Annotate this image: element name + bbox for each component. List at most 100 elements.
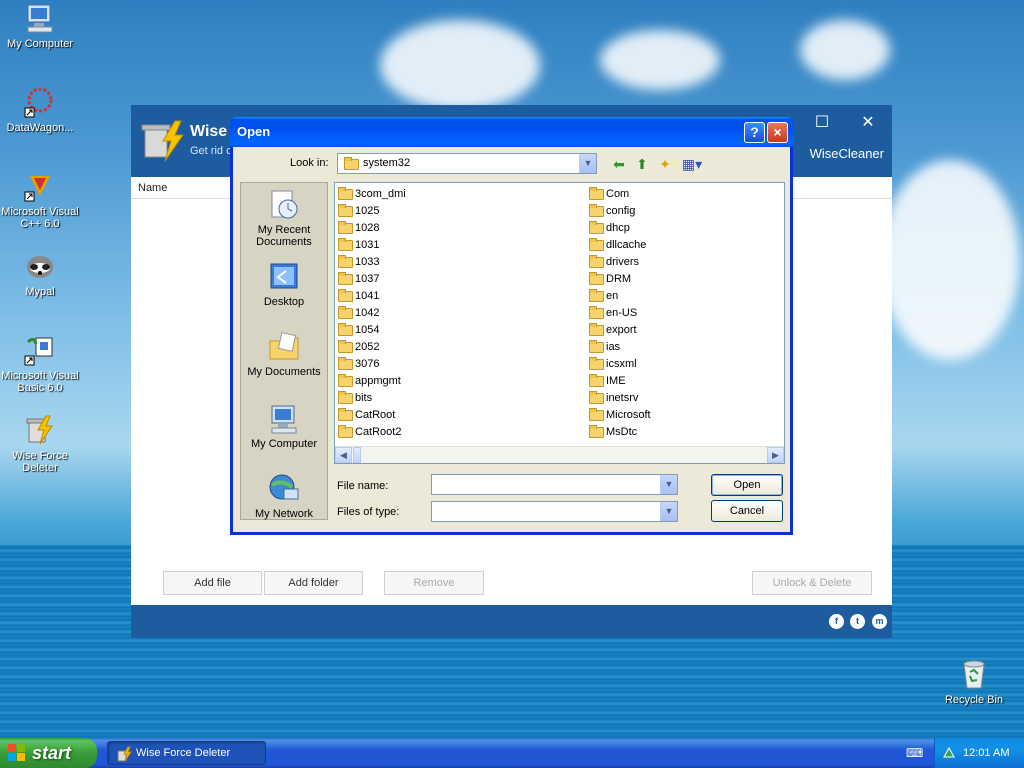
folder-icon xyxy=(589,391,604,404)
list-item-label: CatRoot2 xyxy=(355,426,402,438)
clock[interactable]: 12:01 AM xyxy=(963,747,1009,759)
place-my-recent-documents[interactable]: My Recent Documents xyxy=(241,189,327,248)
folder-icon xyxy=(589,340,604,353)
scroll-thumb[interactable] xyxy=(353,447,361,463)
back-icon[interactable]: ⬅ xyxy=(609,154,629,174)
folder-icon xyxy=(344,157,359,170)
add-folder-button[interactable]: Add folder xyxy=(264,571,363,595)
folder-icon xyxy=(589,408,604,421)
list-item-label: 1028 xyxy=(355,222,380,234)
list-item[interactable]: 2052 xyxy=(338,339,406,356)
list-item[interactable]: MsDtc xyxy=(589,424,651,441)
look-in-combo[interactable]: system32 ▼ xyxy=(337,153,597,174)
remove-button[interactable]: Remove xyxy=(384,571,484,595)
list-item[interactable]: 3076 xyxy=(338,356,406,373)
desktop-icon-datawagon[interactable]: DataWagon... xyxy=(0,86,80,134)
file-list[interactable]: 3com_dmi 1025 1028 1031 1033 1037 1041 1… xyxy=(334,182,785,464)
list-item[interactable]: icsxml xyxy=(589,356,651,373)
folder-icon xyxy=(338,425,353,438)
list-item[interactable]: en xyxy=(589,288,651,305)
list-item[interactable]: 1025 xyxy=(338,203,406,220)
add-file-button[interactable]: Add file xyxy=(163,571,262,595)
unlock-delete-button[interactable]: Unlock & Delete xyxy=(752,571,872,595)
folder-icon xyxy=(338,255,353,268)
list-item[interactable]: 1054 xyxy=(338,322,406,339)
desktop-icon-visual-cpp[interactable]: Microsoft Visual C++ 6.0 xyxy=(0,170,80,230)
list-item[interactable]: export xyxy=(589,322,651,339)
maximize-icon[interactable]: ☐ xyxy=(804,111,840,135)
safely-remove-icon[interactable] xyxy=(941,745,957,761)
list-item[interactable]: 1041 xyxy=(338,288,406,305)
desktop-icon-visual-basic[interactable]: Microsoft Visual Basic 6.0 xyxy=(0,334,80,394)
chevron-down-icon[interactable]: ▼ xyxy=(660,502,677,521)
up-folder-icon[interactable]: ⬆ xyxy=(632,154,652,174)
app-footer: f t m xyxy=(131,605,892,638)
close-icon[interactable]: ✕ xyxy=(850,111,886,135)
folder-icon xyxy=(589,425,604,438)
folder-icon xyxy=(338,272,353,285)
chevron-down-icon[interactable]: ▼ xyxy=(579,154,596,173)
taskbar-item-wise-force-deleter[interactable]: Wise Force Deleter xyxy=(107,741,266,765)
scroll-right-icon[interactable]: ▶ xyxy=(767,447,784,463)
list-item[interactable]: CatRoot xyxy=(338,407,406,424)
list-item[interactable]: Microsoft xyxy=(589,407,651,424)
chevron-down-icon[interactable]: ▼ xyxy=(660,475,677,494)
place-my-documents[interactable]: My Documents xyxy=(241,331,327,378)
twitter-icon[interactable]: t xyxy=(850,614,865,629)
list-item[interactable]: CatRoot2 xyxy=(338,424,406,441)
facebook-icon[interactable]: f xyxy=(829,614,844,629)
help-button[interactable]: ? xyxy=(744,122,765,143)
place-desktop[interactable]: Desktop xyxy=(241,261,327,308)
desktop-icon-label: Microsoft Visual C++ 6.0 xyxy=(1,206,79,230)
list-item[interactable]: en-US xyxy=(589,305,651,322)
column-header-name[interactable]: Name xyxy=(138,182,167,194)
scroll-left-icon[interactable]: ◀ xyxy=(335,447,352,463)
open-button[interactable]: Open xyxy=(711,474,783,496)
taskbar: start Wise Force Deleter ⌨ 12:01 AM xyxy=(0,738,1024,768)
folder-icon xyxy=(338,221,353,234)
start-button[interactable]: start xyxy=(0,738,97,768)
files-of-type-select[interactable]: ▼ xyxy=(431,501,678,522)
list-item[interactable]: Com xyxy=(589,186,651,203)
list-item[interactable]: 1037 xyxy=(338,271,406,288)
new-folder-icon[interactable]: ✦ xyxy=(655,154,675,174)
horizontal-scrollbar[interactable]: ◀ ▶ xyxy=(335,446,784,463)
list-item[interactable]: DRM xyxy=(589,271,651,288)
place-my-network[interactable]: My Network xyxy=(241,473,327,520)
list-item[interactable]: 1033 xyxy=(338,254,406,271)
dialog-titlebar[interactable]: Open ? × xyxy=(230,117,793,147)
folder-icon xyxy=(589,255,604,268)
view-menu-icon[interactable]: ▦▾ xyxy=(679,154,705,174)
list-item-label: en-US xyxy=(606,307,638,319)
list-item[interactable]: bits xyxy=(338,390,406,407)
cloud xyxy=(380,20,540,110)
list-item[interactable]: drivers xyxy=(589,254,651,271)
desktop-icon-my-computer[interactable]: My Computer xyxy=(0,2,80,50)
cancel-button[interactable]: Cancel xyxy=(711,500,783,522)
desktop-icon-mypal[interactable]: Mypal xyxy=(0,250,80,298)
folder-icon xyxy=(589,374,604,387)
list-item[interactable]: 1042 xyxy=(338,305,406,322)
list-item[interactable]: inetsrv xyxy=(589,390,651,407)
desktop-icon-wise-force-deleter[interactable]: Wise Force Deleter xyxy=(0,414,80,474)
list-item[interactable]: 1031 xyxy=(338,237,406,254)
list-item-label: dhcp xyxy=(606,222,630,234)
list-item-label: IME xyxy=(606,375,626,387)
list-item[interactable]: 3com_dmi xyxy=(338,186,406,203)
list-item[interactable]: appmgmt xyxy=(338,373,406,390)
list-item[interactable]: 1028 xyxy=(338,220,406,237)
list-item[interactable]: dhcp xyxy=(589,220,651,237)
list-item[interactable]: IME xyxy=(589,373,651,390)
list-item[interactable]: dllcache xyxy=(589,237,651,254)
desktop-icon-recycle-bin[interactable]: Recycle Bin xyxy=(934,658,1014,706)
file-list-column: Com config dhcp dllcache drivers DRM en … xyxy=(589,186,651,441)
folder-icon xyxy=(589,204,604,217)
desktop-icon-label: My Computer xyxy=(6,38,74,50)
mail-icon[interactable]: m xyxy=(872,614,887,629)
close-button[interactable]: × xyxy=(767,122,788,143)
file-name-field[interactable]: ▼ xyxy=(431,474,678,495)
place-my-computer[interactable]: My Computer xyxy=(241,403,327,450)
list-item[interactable]: ias xyxy=(589,339,651,356)
keyboard-icon[interactable]: ⌨ xyxy=(906,746,923,760)
list-item[interactable]: config xyxy=(589,203,651,220)
